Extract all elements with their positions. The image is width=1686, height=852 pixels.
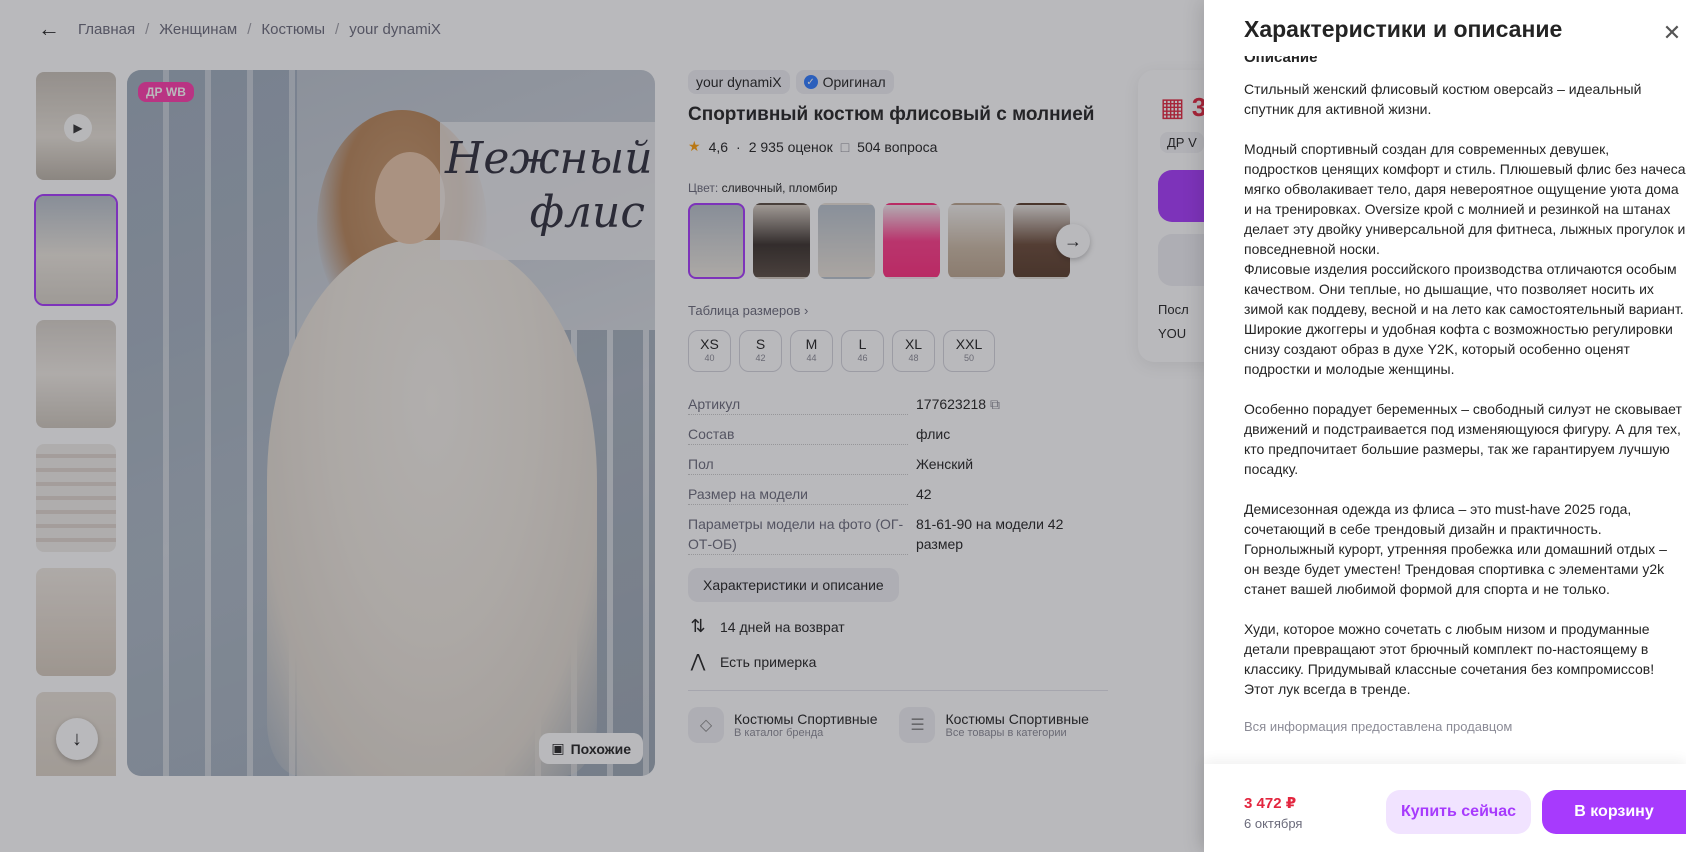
drawer-title: Характеристики и описание xyxy=(1244,16,1563,42)
modal-backdrop[interactable] xyxy=(0,0,1204,852)
delivery-date: 6 октября xyxy=(1244,816,1303,831)
seller-note: Вся информация предоставлена продавцом xyxy=(1244,719,1513,734)
footer-price: 3 472 ₽ xyxy=(1244,795,1297,812)
buy-now-button[interactable]: Купить сейчас xyxy=(1386,790,1531,834)
description-paragraph: Стильный женский флисовый костюм оверсай… xyxy=(1244,81,1642,117)
description-paragraph: Демисезонная одежда из флиса – это must-… xyxy=(1244,501,1667,597)
characteristics-drawer: Характеристики и описание ✕ Описание Сти… xyxy=(1204,0,1686,852)
drawer-footer: 3 472 ₽ 6 октября Купить сейчас В корзин… xyxy=(1204,764,1686,852)
description-paragraph: Особенно порадует беременных – свободный… xyxy=(1244,401,1682,477)
drawer-content[interactable]: Описание Стильный женский флисовый костю… xyxy=(1244,56,1686,750)
description-heading: Описание xyxy=(1244,56,1318,66)
description-paragraph: Худи, которое можно сочетать с любым низ… xyxy=(1244,621,1655,697)
close-icon[interactable]: ✕ xyxy=(1658,20,1686,48)
add-to-cart-button[interactable]: В корзину xyxy=(1542,790,1686,834)
description-paragraph: Модный спортивный создан для современных… xyxy=(1244,141,1686,377)
